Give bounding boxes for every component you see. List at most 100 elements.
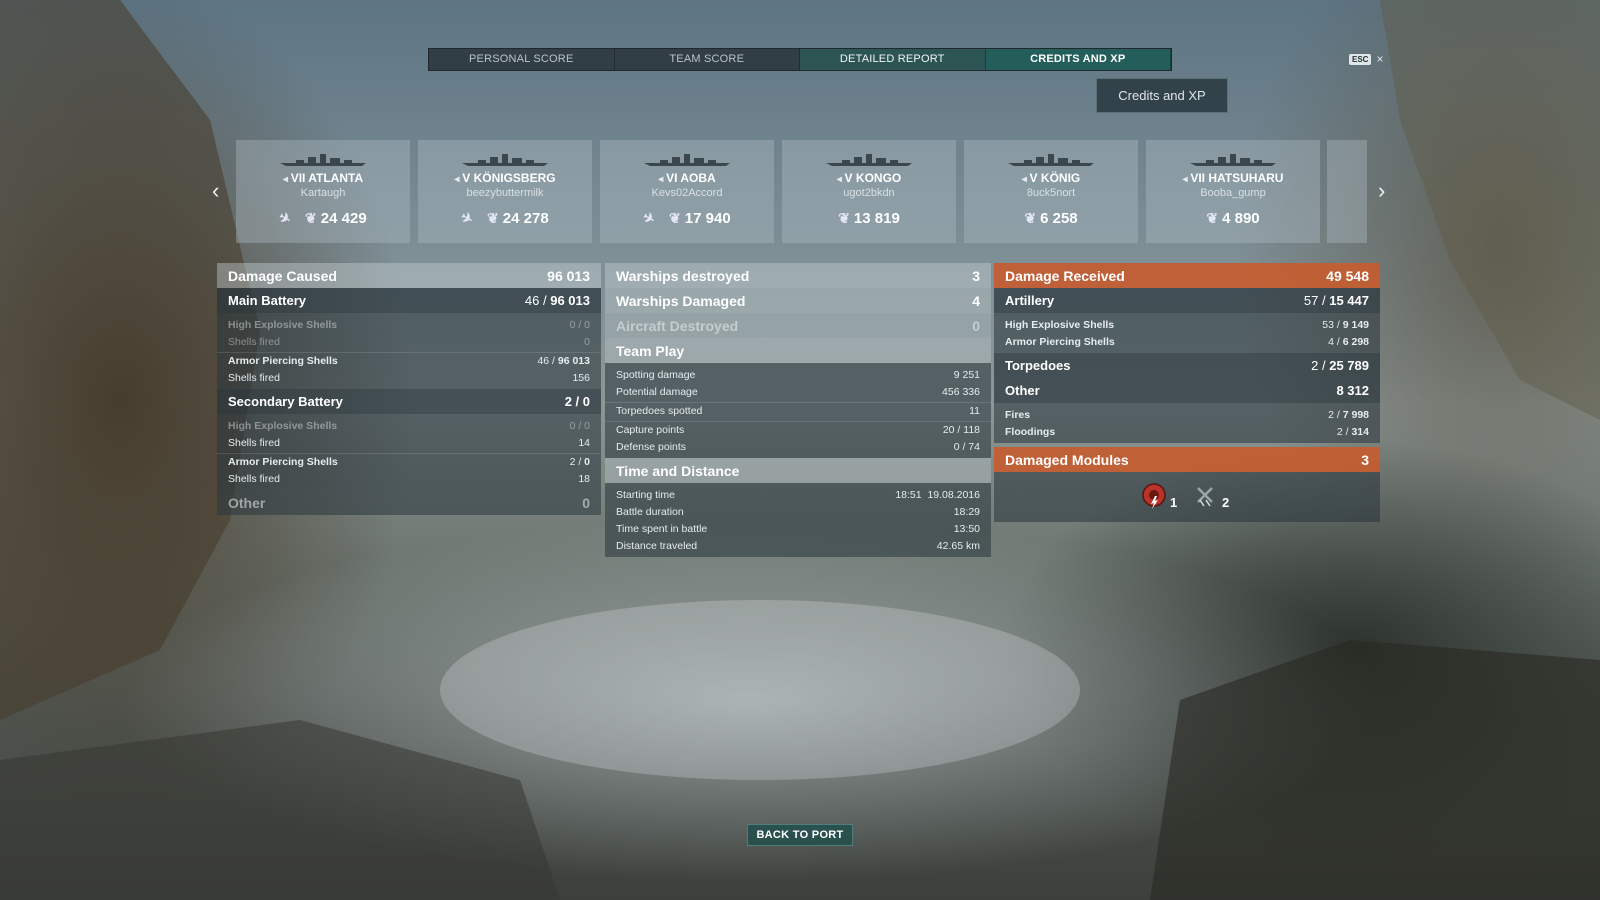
tab-detailed-report[interactable]: DETAILED REPORT [800, 49, 986, 70]
player-name: ugot2bkdn [843, 187, 895, 199]
steering-module: 2 [1192, 482, 1229, 510]
ship-name: ◂ V KÖNIG [964, 171, 1138, 185]
other-damage-row: Other 0 [217, 490, 601, 515]
torpedoes-spotted-row: Torpedoes spotted 11 [605, 402, 991, 419]
player-name: Booba_gump [1200, 187, 1266, 199]
warships-destroyed-value: 3 [972, 267, 980, 284]
damage-received-label: Damage Received [1005, 267, 1125, 284]
ship-tier: VII [290, 171, 306, 185]
ship-score: ❦ 6 258 [964, 210, 1138, 227]
other-received-details: Fires 2 / 7 998 Floodings 2 / 314 [994, 403, 1380, 443]
ship-card[interactable]: ◂ V KÖNIG 8uck5nort ❦ 6 258 [964, 140, 1138, 243]
main-battery-value: 46 / 96 013 [524, 293, 590, 308]
ship-name: ◂ VII ATLANTA [236, 171, 410, 185]
laurel-icon: ❦ [487, 210, 499, 226]
battle-duration-row: Battle duration 18:29 [616, 505, 980, 518]
score-value: 6 258 [1040, 210, 1078, 227]
steering-damage-icon [1197, 487, 1213, 507]
mb-ap-row: Armor Piercing Shells 46 / 96 013 [217, 352, 601, 369]
chevron-left-icon[interactable]: ‹ [212, 178, 219, 204]
damaged-modules-value: 3 [1361, 451, 1369, 468]
combat-summary-panel: Warships destroyed 3 Warships Damaged 4 … [605, 263, 991, 557]
ship-card[interactable]: ◂ VII HATSUHARU Booba_gump ❦ 4 890 [1146, 140, 1320, 243]
main-battery-details: High Explosive Shells 0 / 0 Shells fired 0… [217, 313, 601, 389]
ship-card[interactable]: ◂ VI AOBA Kevs02Accord ✈ ❦ 17 940 [600, 140, 774, 243]
ship-score: ❦ 13 819 [782, 210, 956, 227]
close-icon[interactable]: × [1376, 52, 1383, 66]
ship-tier: V [462, 171, 471, 185]
ship-name: ◂ VI AOBA [600, 171, 774, 185]
distance-row: Distance traveled 42.65 km [616, 539, 980, 552]
team-play-label: Team Play [616, 342, 685, 359]
ship-score: ✈ ❦ 24 278 [418, 208, 592, 228]
damage-received-panel: Damage Received 49 548 Artillery 57 / 15… [994, 263, 1380, 522]
artillery-label: Artillery [1005, 293, 1055, 308]
score-value: 24 429 [320, 210, 367, 227]
score-value: 17 940 [684, 210, 731, 227]
warships-destroyed-row: Warships destroyed 3 [605, 263, 991, 288]
ship-tier: V [1029, 171, 1038, 185]
tab-credits-and-xp[interactable]: CREDITS AND XP [985, 49, 1171, 70]
ship-card-partial[interactable] [1327, 140, 1367, 243]
team-play-header: Team Play [605, 338, 991, 363]
ship-silhouette-icon [826, 154, 912, 166]
ship-silhouette-icon [1008, 154, 1094, 166]
defense-row: Defense points 0 / 74 [616, 440, 980, 453]
spotting-row: Spotting damage 9 251 [616, 368, 980, 381]
ship-silhouette-icon [644, 154, 730, 166]
mb-ap-fired-row: Shells fired 156 [228, 371, 590, 384]
tab-personal-score[interactable]: PERSONAL SCORE [429, 49, 615, 70]
aircraft-destroyed-value: 0 [972, 317, 980, 334]
engine-damage-count: 1 [1170, 495, 1178, 510]
sb-ap-fired-row: Shells fired 18 [228, 472, 590, 485]
capture-row: Capture points 20 / 118 [605, 421, 991, 438]
ship-tier: V [844, 171, 853, 185]
nation-flag-icon: ◂ [836, 174, 845, 185]
esc-close-button[interactable]: ESC × [1349, 52, 1383, 66]
received-he-row: High Explosive Shells 53 / 9 149 [1005, 318, 1369, 331]
engine-damage-icon [1142, 483, 1166, 509]
plane-icon: ✈ [458, 208, 477, 228]
score-value: 13 819 [853, 210, 900, 227]
ship-name: ◂ V KÖNIGSBERG [418, 171, 592, 185]
score-value: 4 890 [1222, 210, 1260, 227]
nation-flag-icon: ◂ [1021, 174, 1030, 185]
player-name: beezybuttermilk [466, 187, 544, 199]
score-value: 24 278 [502, 210, 549, 227]
warships-damaged-row: Warships Damaged 4 [605, 288, 991, 313]
ship-card[interactable]: ◂ VII ATLANTA Kartaugh ✈ ❦ 24 429 [236, 140, 410, 243]
warships-destroyed-label: Warships destroyed [616, 267, 750, 284]
ship-card[interactable]: ◂ V KONGO ugot2bkdn ❦ 13 819 [782, 140, 956, 243]
ship-score: ✈ ❦ 24 429 [236, 208, 410, 228]
ship-silhouette-icon [462, 154, 548, 166]
nation-flag-icon: ◂ [454, 174, 463, 185]
ship-class-name: AOBA [680, 171, 716, 185]
torpedoes-received-value: 2 / 25 789 [1311, 358, 1369, 373]
nation-flag-icon: ◂ [658, 174, 667, 185]
ship-class-name: KÖNIG [1040, 171, 1081, 185]
received-ap-row: Armor Piercing Shells 4 / 6 298 [1005, 335, 1369, 348]
report-tabs: PERSONAL SCORE TEAM SCORE DETAILED REPOR… [428, 48, 1172, 71]
aircraft-destroyed-row: Aircraft Destroyed 0 [605, 313, 991, 338]
damage-caused-value: 96 013 [547, 267, 590, 284]
artillery-header: Artillery 57 / 15 447 [994, 288, 1380, 313]
other-damage-value: 0 [582, 494, 590, 511]
starting-time-row: Starting time 18:51 19.08.2016 [616, 488, 980, 501]
tab-team-score[interactable]: TEAM SCORE [615, 49, 800, 70]
damaged-modules-label: Damaged Modules [1005, 451, 1129, 468]
aircraft-destroyed-label: Aircraft Destroyed [616, 317, 739, 334]
steering-damage-count: 2 [1222, 495, 1230, 510]
ship-card[interactable]: ◂ V KÖNIGSBERG beezybuttermilk ✈ ❦ 24 278 [418, 140, 592, 243]
ship-class-name: KONGO [855, 171, 902, 185]
other-received-value: 8 312 [1336, 383, 1369, 398]
torpedoes-received-label: Torpedoes [1005, 358, 1071, 373]
other-received-header: Other 8 312 [994, 378, 1380, 403]
warships-damaged-label: Warships Damaged [616, 292, 746, 309]
plane-icon: ✈ [276, 208, 295, 228]
laurel-icon: ❦ [305, 210, 317, 226]
damaged-modules-header: Damaged Modules 3 [994, 447, 1380, 472]
time-distance-details: Starting time 18:51 19.08.2016 Battle dur… [605, 483, 991, 557]
player-name: Kevs02Accord [651, 187, 723, 199]
chevron-right-icon[interactable]: › [1378, 178, 1385, 204]
back-to-port-button[interactable]: BACK TO PORT [747, 824, 853, 846]
